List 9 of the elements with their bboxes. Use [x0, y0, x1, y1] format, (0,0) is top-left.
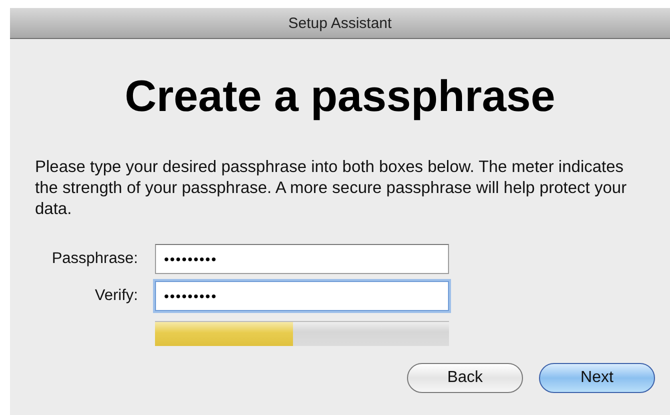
description-text: Please type your desired passphrase into both boxes below. The meter indicates the strength of your passphrase. A more secure passphrase will help protect your data. — [35, 157, 628, 220]
field-label: Passphrase: — [50, 250, 138, 268]
window-title: Setup Assistant — [288, 14, 392, 32]
password-field[interactable]: ••••••••• — [155, 244, 449, 274]
back-button[interactable]: Back — [407, 363, 523, 393]
next-button[interactable]: Next — [539, 363, 655, 393]
field-label: Verify: — [94, 287, 138, 305]
password-field[interactable]: ••••••••• — [155, 281, 449, 311]
page-heading: Create a passphrase — [124, 71, 556, 123]
